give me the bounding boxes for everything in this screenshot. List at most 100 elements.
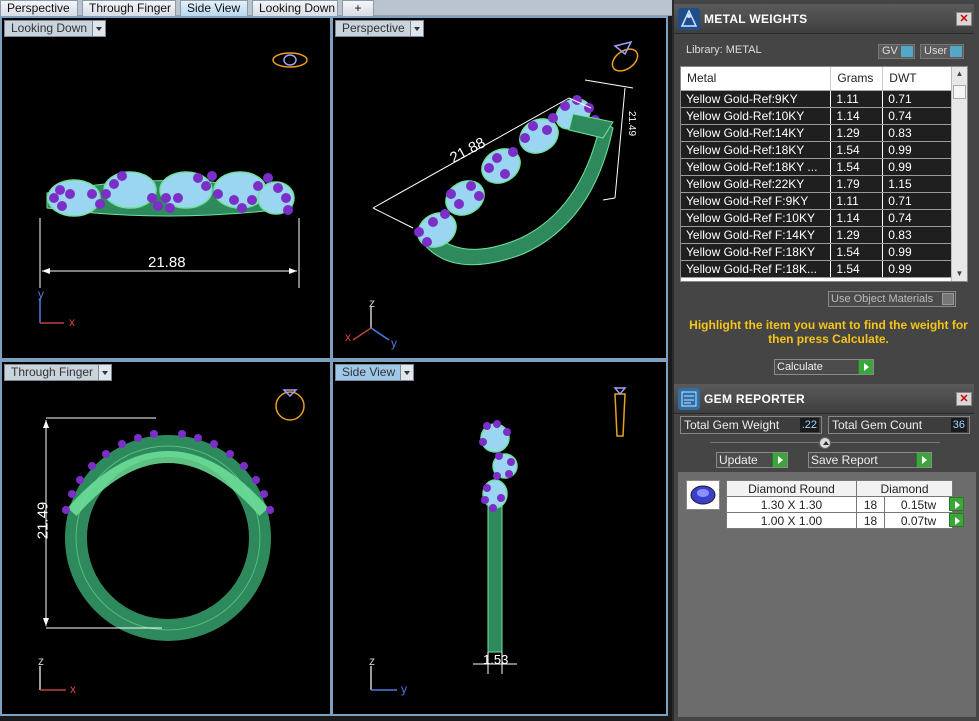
column-header-metal[interactable]: Metal [681, 67, 832, 91]
table-cell: 1.11 [830, 90, 884, 108]
close-icon[interactable]: ✕ [956, 392, 972, 406]
table-row[interactable]: Yellow Gold-Ref:18KY 1.54 0.99 [681, 141, 953, 159]
table-cell: Yellow Gold-Ref F:10KY [681, 209, 832, 227]
table-cell: Yellow Gold-Ref F:9KY [681, 192, 832, 210]
axis-label-x: x [345, 330, 351, 344]
column-header-dwt[interactable]: DWT [882, 67, 953, 91]
save-report-button[interactable]: Save Report [808, 452, 932, 468]
toggle-knob [900, 46, 913, 57]
calculate-button[interactable]: Calculate [774, 359, 874, 375]
table-cell: Yellow Gold-Ref F:14KY [681, 226, 832, 244]
axis-label-x: x [69, 315, 75, 329]
tab-side-view[interactable]: Side View [180, 0, 248, 16]
scroll-down-icon[interactable]: ▼ [952, 267, 967, 281]
gem-cell: 1.30 X 1.30 [726, 496, 857, 513]
total-gem-count: Total Gem Count 36 [828, 416, 970, 434]
table-cell: 0.99 [882, 243, 953, 261]
dimension-thickness: 1.53 [483, 652, 509, 667]
update-button[interactable]: Update [716, 452, 788, 468]
dimension-width: 21.88 [148, 254, 186, 271]
axis-label-x: x [70, 682, 76, 696]
viewport-perspective[interactable]: Perspective 21.88 21.49 z x y [333, 18, 666, 358]
add-tab-button[interactable]: + [342, 0, 374, 16]
gem-reporter-title: GEM REPORTER [704, 392, 805, 406]
table-cell: 0.74 [882, 209, 953, 227]
gem-row[interactable]: 1.00 X 1.00 18 0.07tw [726, 512, 953, 529]
viewport-label-through-finger[interactable]: Through Finger [4, 364, 113, 381]
scroll-thumb[interactable] [953, 85, 966, 99]
table-row[interactable]: Yellow Gold-Ref F:10KY 1.14 0.74 [681, 209, 953, 227]
chevron-down-icon[interactable] [92, 21, 106, 36]
gem-cell: 1.00 X 1.00 [726, 512, 857, 529]
table-row[interactable]: Yellow Gold-Ref F:18K... 1.54 0.99 [681, 260, 953, 278]
table-row[interactable]: Yellow Gold-Ref:10KY 1.14 0.74 [681, 107, 953, 125]
total-gem-count-value: 36 [950, 418, 967, 432]
axis-label-z: z [369, 654, 375, 668]
library-label: Library: METAL [686, 44, 762, 56]
scale-icon [678, 8, 700, 30]
viewport-label-perspective[interactable]: Perspective [335, 20, 424, 37]
gem-header-stone: Diamond [856, 480, 953, 497]
dimension-height: 21.49 [34, 501, 52, 540]
tab-perspective[interactable]: Perspective [0, 0, 78, 16]
close-icon[interactable]: ✕ [956, 12, 972, 26]
table-cell: 0.71 [882, 192, 953, 210]
tab-through-finger[interactable]: Through Finger [82, 0, 176, 16]
side-panel: METAL WEIGHTS ✕ Library: METAL GV User M… [672, 0, 979, 721]
table-cell: 1.29 [830, 226, 884, 244]
viewport-through-finger[interactable]: Through Finger 21.49 z x [2, 362, 330, 714]
gem-cell: 0.07tw [884, 512, 953, 529]
dimension-height: 21.49 [626, 110, 638, 137]
table-cell: 0.99 [882, 141, 953, 159]
user-toggle[interactable]: User [920, 44, 965, 59]
table-cell: Yellow Gold-Ref:18KY ... [681, 158, 832, 176]
axis-label-y: y [391, 336, 397, 350]
table-row[interactable]: Yellow Gold-Ref:22KY 1.79 1.15 [681, 175, 953, 193]
gem-list-area: Diamond Round Diamond 1.30 X 1.30 18 0.15t… [678, 472, 976, 717]
table-row[interactable]: Yellow Gold-Ref:18KY ... 1.54 0.99 [681, 158, 953, 176]
table-cell: 1.14 [830, 209, 884, 227]
gem-table: Diamond Round Diamond 1.30 X 1.30 18 0.15t… [726, 480, 953, 529]
report-icon [678, 388, 700, 410]
table-row[interactable]: Yellow Gold-Ref:14KY 1.29 0.83 [681, 124, 953, 142]
table-row[interactable]: Yellow Gold-Ref F:9KY 1.11 0.71 [681, 192, 953, 210]
scroll-up-icon[interactable]: ▲ [952, 67, 967, 81]
gv-toggle[interactable]: GV [878, 44, 915, 59]
ring-perspective-view [352, 40, 639, 341]
gem-cell: 18 [856, 496, 885, 513]
viewport-label-side-view[interactable]: Side View [335, 364, 415, 381]
play-icon [772, 453, 787, 467]
play-icon [858, 360, 873, 374]
table-row[interactable]: Yellow Gold-Ref F:14KY 1.29 0.83 [681, 226, 953, 244]
table-row[interactable]: Yellow Gold-Ref:9KY 1.11 0.71 [681, 90, 953, 108]
axis-label-y: y [38, 287, 44, 301]
table-cell: 1.54 [830, 158, 884, 176]
axis-label-z: z [369, 296, 375, 310]
table-cell: Yellow Gold-Ref F:18KY [681, 243, 832, 261]
gem-row-go-button[interactable] [949, 513, 964, 527]
metal-table-scrollbar[interactable]: ▲ ▼ [951, 67, 967, 281]
instruction-text: Highlight the item you want to find the … [689, 318, 968, 346]
table-row[interactable]: Yellow Gold-Ref F:18KY 1.54 0.99 [681, 243, 953, 261]
table-cell: Yellow Gold-Ref:18KY [681, 141, 832, 159]
table-cell: 1.15 [882, 175, 953, 193]
chevron-down-icon[interactable] [98, 365, 112, 380]
chevron-down-icon[interactable] [400, 365, 414, 380]
gem-row-go-button[interactable] [949, 497, 964, 511]
column-header-grams[interactable]: Grams [830, 67, 884, 91]
chevron-down-icon[interactable] [409, 21, 423, 36]
use-object-materials-toggle[interactable]: Use Object Materials [828, 291, 956, 307]
table-cell: 1.54 [830, 243, 884, 261]
viewport-label-looking-down[interactable]: Looking Down [4, 20, 107, 37]
viewport-side-view[interactable]: Side View 1.53 z y [333, 362, 666, 714]
table-cell: Yellow Gold-Ref:14KY [681, 124, 832, 142]
axis-label-z: z [38, 654, 44, 668]
table-cell: 1.54 [830, 260, 884, 278]
viewport-looking-down[interactable]: Looking Down 21.88 y x [2, 18, 330, 358]
gem-cell: 0.15tw [884, 496, 953, 513]
collapse-icon[interactable] [819, 437, 831, 449]
gem-row[interactable]: 1.30 X 1.30 18 0.15tw [726, 496, 953, 513]
table-cell: 0.71 [882, 90, 953, 108]
tab-looking-down[interactable]: Looking Down [252, 0, 338, 16]
table-cell: 1.54 [830, 141, 884, 159]
